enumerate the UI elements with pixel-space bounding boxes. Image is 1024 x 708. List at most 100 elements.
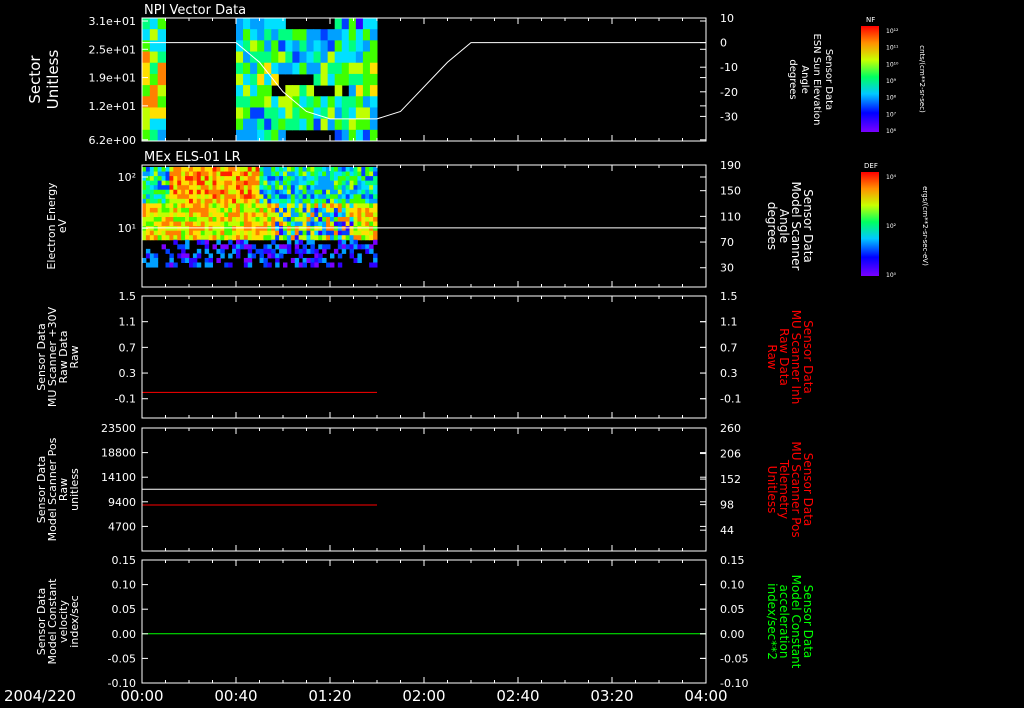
sector-spectrogram-cell [149, 62, 159, 75]
electron-spectrogram-cell [251, 167, 257, 173]
electron-spectrogram-cell [337, 221, 343, 227]
sector-spectrogram-cell [348, 85, 357, 97]
electron-spectrogram-cell [365, 221, 370, 227]
electron-spectrogram-cell [208, 185, 213, 191]
electron-spectrogram-cell [208, 176, 213, 182]
sector-spectrogram-cell [327, 107, 336, 120]
electron-spectrogram-cell [196, 167, 202, 173]
electron-spectrogram-cell [228, 180, 233, 186]
sector-spectrogram-cell [355, 129, 364, 142]
sector-spectrogram-cell [341, 51, 350, 64]
electron-spectrogram-cell [200, 221, 206, 227]
electron-spectrogram-cell [259, 180, 264, 186]
electron-spectrogram-cell [353, 257, 358, 263]
electron-spectrogram-cell [310, 230, 315, 236]
electron-spectrogram-cell [204, 185, 210, 191]
electron-spectrogram-cell [279, 207, 284, 213]
electron-spectrogram-cell [326, 198, 331, 204]
electron-spectrogram-cell [326, 226, 331, 232]
electron-spectrogram-cell [177, 167, 182, 173]
electron-spectrogram-cell [196, 171, 202, 177]
electron-spectrogram-cell [173, 221, 178, 227]
left-axis-label: unitless [68, 468, 81, 511]
electron-spectrogram-cell [302, 189, 307, 195]
time-tick-label: 01:20 [308, 687, 351, 705]
left-axis-label: Raw [68, 345, 81, 368]
electron-spectrogram-cell [169, 207, 174, 213]
electron-spectrogram-cell [294, 180, 300, 186]
electron-spectrogram-cell [153, 221, 159, 227]
right-tick-label: 260 [720, 422, 741, 435]
electron-spectrogram-cell [353, 189, 358, 195]
electron-spectrogram-cell [192, 203, 198, 209]
electron-spectrogram-cell [142, 212, 147, 218]
right-tick-label: 1.1 [720, 316, 738, 329]
electron-spectrogram-cell [189, 171, 194, 177]
electron-spectrogram-cell [239, 207, 245, 213]
electron-spectrogram-cell [200, 189, 206, 195]
electron-spectrogram-cell [314, 207, 319, 213]
electron-spectrogram-cell [353, 217, 358, 223]
electron-spectrogram-cell [259, 198, 264, 204]
left-tick-label: 9400 [108, 496, 136, 509]
electron-spectrogram-cell [239, 180, 245, 186]
right-tick-label: 44 [720, 524, 734, 537]
sector-spectrogram-cell [271, 62, 279, 75]
electron-spectrogram-cell [208, 226, 213, 232]
electron-spectrogram-cell [185, 235, 190, 241]
electron-spectrogram-cell [181, 212, 186, 218]
sector-spectrogram-cell [236, 107, 244, 120]
electron-spectrogram-cell [161, 244, 166, 250]
sector-spectrogram-cell [271, 107, 279, 120]
electron-spectrogram-cell [204, 244, 210, 250]
electron-spectrogram-cell [353, 176, 358, 182]
electron-spectrogram-cell [157, 203, 163, 209]
electron-spectrogram-cell [365, 248, 370, 254]
right-tick-label: 0.10 [720, 579, 745, 592]
electron-spectrogram-cell [286, 212, 292, 218]
electron-spectrogram-cell [216, 203, 221, 209]
sector-spectrogram-cell [334, 73, 343, 86]
electron-spectrogram-cell [239, 194, 245, 200]
electron-spectrogram-cell [267, 198, 272, 204]
electron-spectrogram-cell [267, 235, 272, 241]
electron-spectrogram-cell [232, 226, 237, 232]
electron-spectrogram-cell [192, 185, 198, 191]
electron-spectrogram-cell [275, 194, 280, 200]
electron-spectrogram-cell [185, 221, 190, 227]
electron-spectrogram-cell [212, 171, 217, 177]
electron-spectrogram-cell [283, 185, 288, 191]
electron-spectrogram-cell [243, 217, 249, 223]
electron-spectrogram-cell [310, 185, 315, 191]
electron-spectrogram-cell [365, 180, 370, 186]
sector-spectrogram-cell [278, 107, 286, 120]
electron-spectrogram-cell [341, 185, 347, 191]
electron-spectrogram-cell [200, 176, 206, 182]
electron-spectrogram-cell [204, 203, 210, 209]
electron-spectrogram-cell [212, 244, 217, 250]
electron-spectrogram-cell [169, 189, 174, 195]
electron-spectrogram-cell [177, 189, 182, 195]
electron-spectrogram-cell [294, 207, 300, 213]
electron-spectrogram-cell [373, 253, 378, 259]
sector-spectrogram-cell [320, 118, 329, 131]
left-tick-label: 6.2e+00 [89, 134, 136, 147]
electron-spectrogram-cell [337, 230, 343, 236]
sector-spectrogram-cell [369, 107, 378, 120]
electron-spectrogram-cell [330, 176, 335, 182]
sector-spectrogram-cell [250, 107, 258, 120]
electron-spectrogram-cell [243, 176, 249, 182]
sector-spectrogram-cell [313, 107, 322, 120]
electron-spectrogram-cell [345, 167, 351, 173]
sector-spectrogram-cell [341, 62, 350, 75]
sector-spectrogram-cell [285, 40, 293, 53]
electron-spectrogram-cell [255, 235, 260, 241]
electron-spectrogram-cell [145, 230, 151, 236]
sector-spectrogram-cell [285, 107, 293, 120]
electron-spectrogram-cell [196, 207, 202, 213]
electron-spectrogram-cell [326, 189, 331, 195]
electron-spectrogram-cell [345, 226, 351, 232]
sector-spectrogram-cell [348, 96, 357, 108]
electron-spectrogram-cell [228, 230, 233, 236]
electron-spectrogram-cell [181, 248, 186, 254]
